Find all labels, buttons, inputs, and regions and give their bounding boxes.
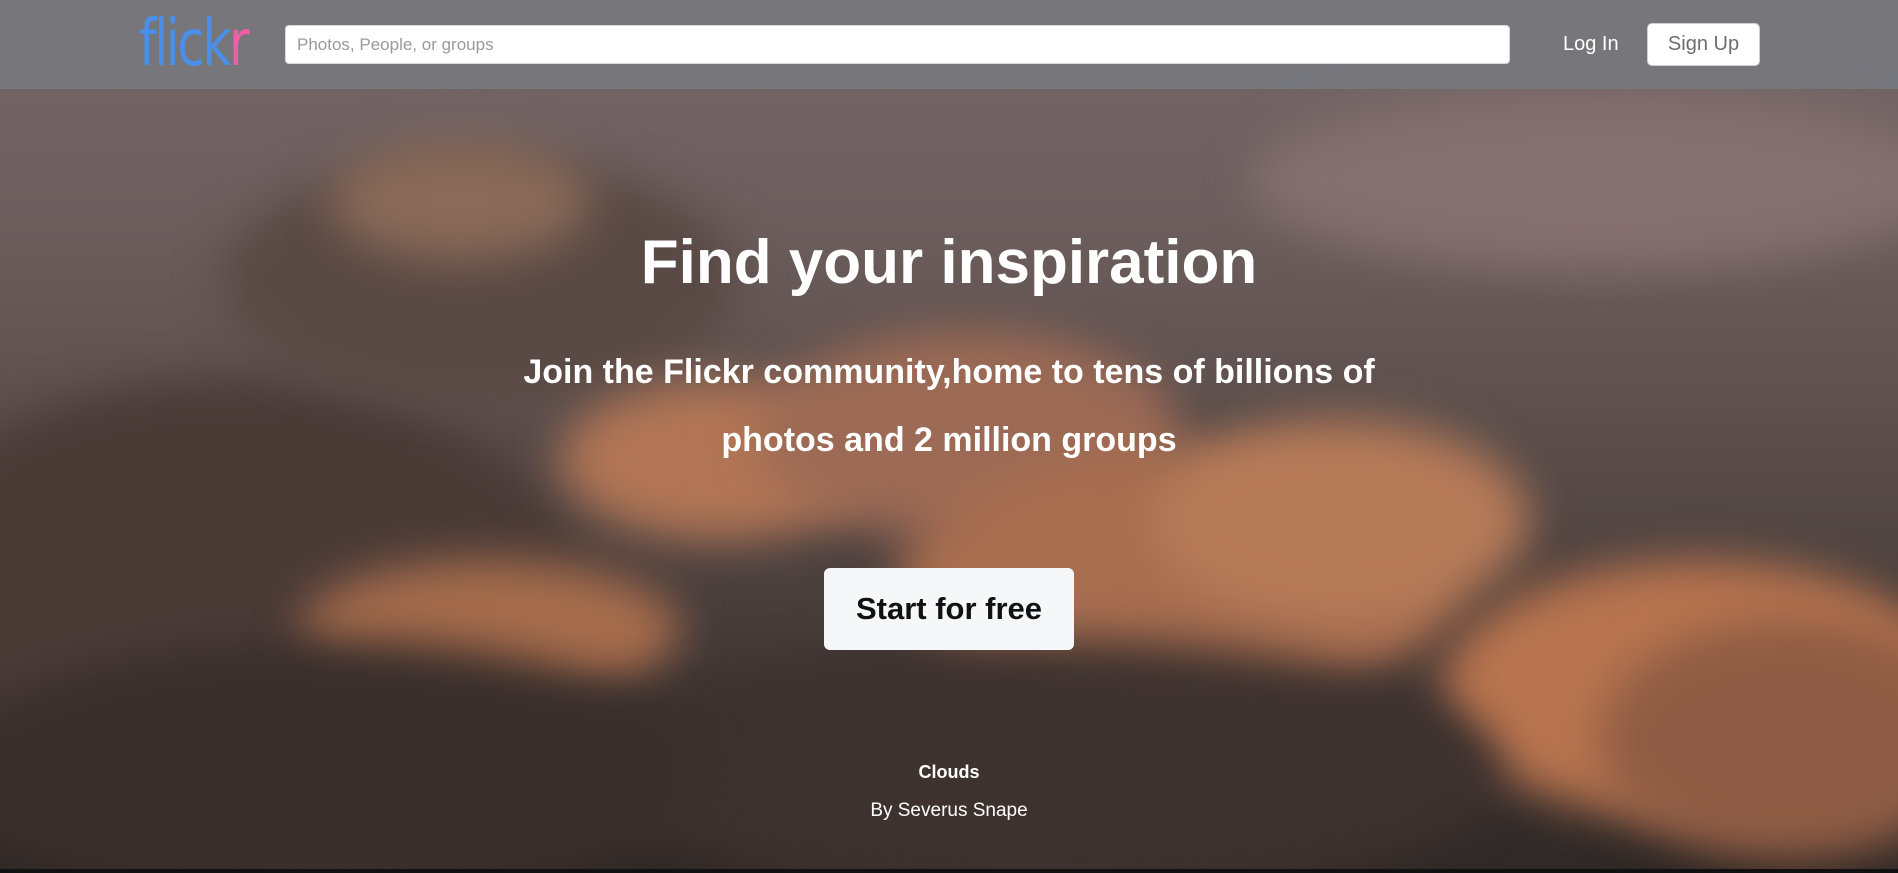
hero-subtitle: Join the Flickr community,home to tens o…: [523, 353, 1375, 459]
bottom-divider: [0, 869, 1898, 873]
photo-author[interactable]: By Severus Snape: [0, 800, 1898, 822]
login-link[interactable]: Log In: [1563, 33, 1619, 56]
photo-title[interactable]: Clouds: [0, 762, 1898, 783]
hero-section: Find your inspiration Join the Flickr co…: [0, 0, 1898, 873]
search-input[interactable]: [285, 25, 1510, 64]
flickr-logo[interactable]: flickr: [139, 6, 250, 82]
logo-text-pink: r: [228, 7, 250, 81]
logo-text-blue: flick: [139, 7, 231, 81]
start-for-free-button[interactable]: Start for free: [824, 568, 1074, 650]
signup-button[interactable]: Sign Up: [1647, 23, 1760, 66]
top-navbar: flickr Log In Sign Up: [0, 0, 1898, 89]
hero-title: Find your inspiration: [640, 228, 1258, 297]
